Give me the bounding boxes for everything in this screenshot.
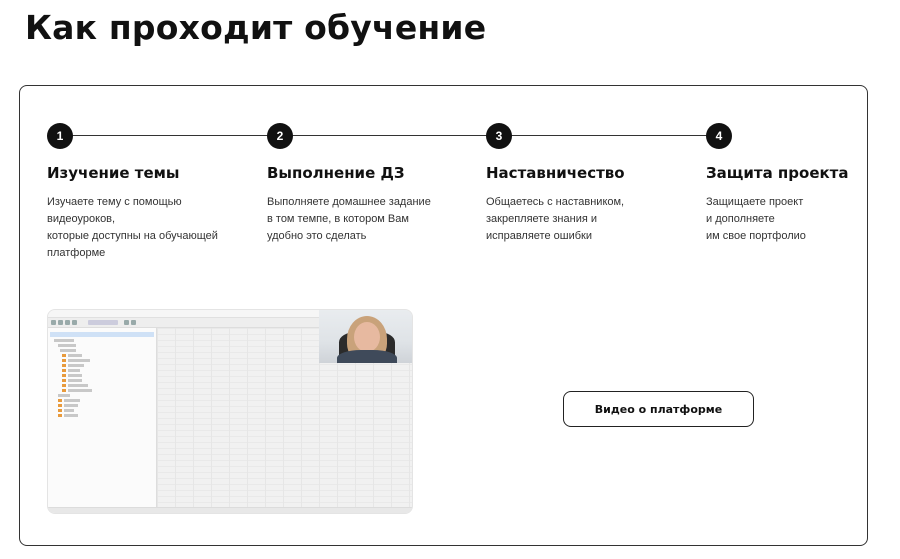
step-4-title: Защита проекта (706, 164, 849, 182)
step-1-description-line: которые доступны на обучающей (47, 230, 218, 242)
ide-toolbar (48, 318, 319, 328)
step-1-description-line: видеоуроков, (47, 213, 116, 225)
step-1-description-line: платформе (47, 247, 106, 259)
step-4-description-line: и дополняете (706, 213, 775, 225)
step-1-title: Изучение темы (47, 164, 180, 182)
ide-menubar (48, 310, 319, 318)
step-1-number: 1 (47, 123, 73, 149)
step-1-description: Изучаете тему с помощью видеоуроков, кот… (47, 194, 247, 262)
platform-video-thumbnail[interactable] (47, 309, 413, 514)
step-2-description: Выполняете домашнее задание в том темпе,… (267, 194, 467, 245)
step-2-description-line: удобно это сделать (267, 230, 367, 242)
step-2-number: 2 (267, 123, 293, 149)
step-3-description: Общаетесь с наставником, закрепляете зна… (486, 194, 686, 245)
page-title: Как проходит обучение (25, 8, 487, 47)
ide-project-tree (48, 328, 157, 513)
step-1-description-line: Изучаете тему с помощью (47, 196, 182, 208)
presenter-webcam (319, 310, 412, 363)
ide-statusbar (48, 507, 412, 513)
step-2-description-line: в том темпе, в котором Вам (267, 213, 409, 225)
step-2-description-line: Выполняете домашнее задание (267, 196, 431, 208)
timeline-line (60, 135, 719, 136)
step-3-number: 3 (486, 123, 512, 149)
step-4-number: 4 (706, 123, 732, 149)
platform-video-button[interactable]: Видео о платформе (563, 391, 754, 427)
step-3-description-line: Общаетесь с наставником, (486, 196, 625, 208)
step-4-description: Защищаете проект и дополняете им свое по… (706, 194, 900, 245)
step-4-description-line: Защищаете проект (706, 196, 804, 208)
step-3-description-line: исправляете ошибки (486, 230, 592, 242)
step-3-description-line: закрепляете знания и (486, 213, 597, 225)
step-4-description-line: им свое портфолио (706, 230, 806, 242)
step-3-title: Наставничество (486, 164, 625, 182)
step-2-title: Выполнение ДЗ (267, 164, 405, 182)
